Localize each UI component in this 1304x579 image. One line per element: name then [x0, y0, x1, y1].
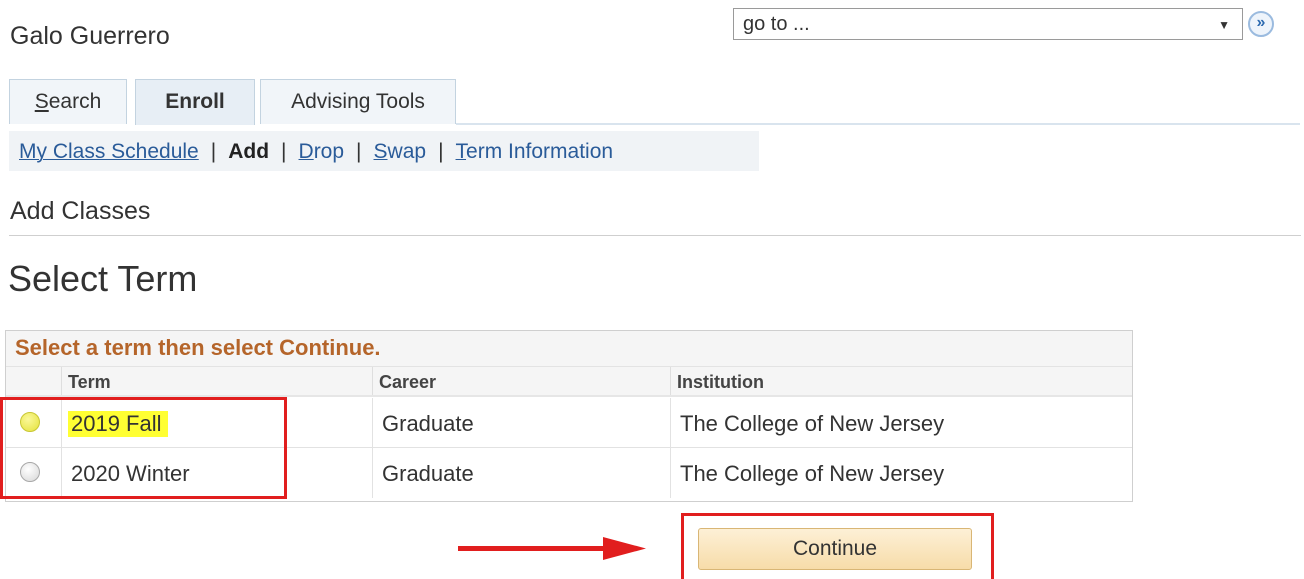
career-cell: Graduate: [372, 398, 670, 448]
subnav-drop-accesskey: D: [298, 140, 314, 163]
annotation-box-continue: [681, 513, 994, 579]
tab-search-accesskey: S: [34, 90, 49, 113]
subnav-my-class-schedule[interactable]: My Class Schedule: [19, 140, 199, 163]
institution-cell: The College of New Jersey: [670, 398, 1132, 448]
section-divider: [9, 235, 1301, 236]
goto-value: go to ...: [743, 13, 810, 35]
tab-advising-tools[interactable]: Advising Tools: [260, 79, 456, 124]
goto-go-icon[interactable]: »: [1248, 11, 1274, 37]
header-term: Term: [61, 367, 372, 395]
subnav-drop[interactable]: Drop: [299, 140, 345, 163]
header-institution: Institution: [670, 367, 1132, 395]
section-title: Add Classes: [10, 197, 151, 225]
goto-select[interactable]: go to ... ▼: [733, 8, 1243, 40]
subnav-term-information-accesskey: T: [455, 140, 467, 163]
subnav-term-information[interactable]: Term Information: [456, 140, 614, 163]
annotation-box-terms: [0, 397, 287, 499]
subnav-add: Add: [228, 140, 270, 163]
subnav-separator: |: [210, 140, 217, 163]
subnav-drop-label: rop: [313, 140, 345, 163]
subnav-separator: |: [281, 140, 287, 163]
student-name: Galo Guerrero: [10, 22, 170, 50]
subnav-swap-label: wap: [387, 140, 427, 163]
subnav-swap[interactable]: Swap: [374, 140, 427, 163]
enroll-subnav: My Class Schedule | Add | Drop | Swap | Term Inf…: [9, 131, 759, 171]
header-select: [6, 367, 61, 395]
dropdown-caret-icon: ▼: [1218, 18, 1230, 32]
grid-header: Term Career Institution: [6, 367, 1132, 397]
tab-search-label: earch: [48, 90, 102, 113]
grid-caption: Select a term then select Continue.: [6, 331, 1132, 367]
page-title: Select Term: [8, 258, 198, 299]
tab-divider: [456, 123, 1300, 125]
tab-search[interactable]: Search: [9, 79, 127, 124]
institution-cell: The College of New Jersey: [670, 448, 1132, 498]
subnav-swap-accesskey: S: [373, 140, 388, 163]
tab-enroll[interactable]: Enroll: [135, 79, 255, 125]
arrow-right-icon: [458, 537, 646, 560]
subnav-separator: |: [438, 140, 444, 163]
header-career: Career: [372, 367, 670, 395]
subnav-separator: |: [356, 140, 362, 163]
career-cell: Graduate: [372, 448, 670, 498]
subnav-term-information-label: erm Information: [466, 140, 614, 163]
